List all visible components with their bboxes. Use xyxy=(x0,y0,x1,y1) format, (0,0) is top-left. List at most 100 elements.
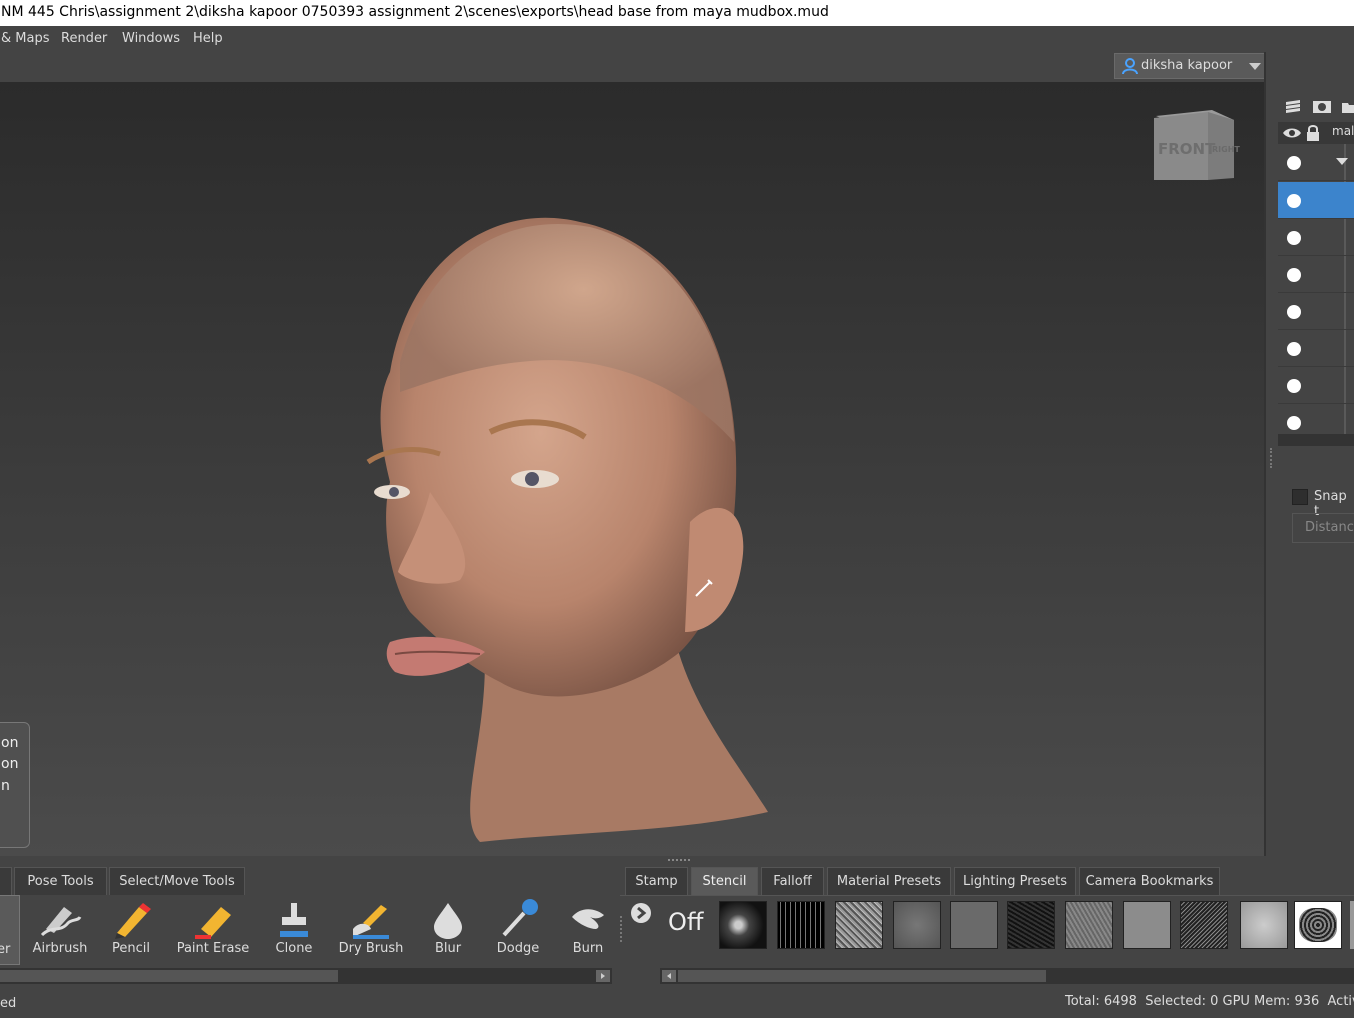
layers-icon[interactable] xyxy=(1284,98,1302,114)
stencil-thumbnail[interactable] xyxy=(1065,901,1113,949)
head-model xyxy=(366,217,768,842)
menu-maps[interactable]: & Maps xyxy=(1,26,49,52)
tab-stamp[interactable]: Stamp xyxy=(625,867,688,895)
menu-help[interactable]: Help xyxy=(193,26,223,52)
layers-header: mal xyxy=(1278,122,1354,144)
layer-row[interactable] xyxy=(1278,367,1354,404)
tab-camera-bookmarks[interactable]: Camera Bookmarks xyxy=(1079,867,1220,895)
chevron-down-icon[interactable] xyxy=(1336,158,1348,166)
visibility-dot[interactable] xyxy=(1287,416,1301,430)
layers-header-label: mal xyxy=(1332,124,1354,138)
stencil-thumbnail[interactable] xyxy=(1180,901,1228,949)
burn-hand-icon xyxy=(572,909,604,929)
layer-row[interactable] xyxy=(1278,256,1354,293)
layer-row[interactable] xyxy=(1278,404,1354,435)
layer-row-selected[interactable] xyxy=(1278,182,1354,219)
stencils-scrollbar[interactable] xyxy=(660,968,1354,984)
stencil-thumbnail[interactable] xyxy=(1007,901,1055,949)
chevron-down-icon xyxy=(1249,63,1261,70)
panel-scrollbar[interactable] xyxy=(1278,434,1354,446)
snap-checkbox[interactable] xyxy=(1292,489,1308,505)
menu-windows[interactable]: Windows xyxy=(122,26,180,52)
blur-drop-icon xyxy=(434,903,462,939)
menu-render[interactable]: Render xyxy=(61,26,107,52)
layer-row[interactable] xyxy=(1278,144,1354,181)
tab-hidden[interactable] xyxy=(0,867,12,895)
eye-icon[interactable] xyxy=(1282,126,1302,140)
tool-clone[interactable]: Clone xyxy=(266,895,322,965)
tab-select-move-tools[interactable]: Select/Move Tools xyxy=(109,867,245,895)
tab-lighting-presets[interactable]: Lighting Presets xyxy=(954,867,1076,895)
tab-stencil[interactable]: Stencil xyxy=(691,867,758,895)
tab-material-presets[interactable]: Material Presets xyxy=(827,867,951,895)
stencil-thumbnail[interactable] xyxy=(777,901,825,949)
layer-row[interactable] xyxy=(1278,293,1354,330)
tray-splitter[interactable] xyxy=(0,856,1354,867)
view-cube-right-label: RIGHT xyxy=(1212,145,1240,154)
stencil-thumbnail[interactable] xyxy=(950,901,998,949)
tray-divider xyxy=(620,916,624,942)
layer-row[interactable] xyxy=(1278,219,1354,256)
status-bar: ed Total: 6498 Selected: 0 GPU Mem: 936 … xyxy=(0,988,1354,1016)
tab-pose-tools[interactable]: Pose Tools xyxy=(14,867,107,895)
hud-line-3: n xyxy=(1,778,10,794)
distance-label: Distance xyxy=(1305,520,1354,535)
3d-viewport[interactable]: FRONT RIGHT on on n xyxy=(0,82,1264,856)
tool-label: er xyxy=(0,942,11,957)
lock-icon[interactable] xyxy=(1306,124,1320,142)
stencil-thumbnail[interactable] xyxy=(893,901,941,949)
stencil-off[interactable]: Off xyxy=(668,908,703,936)
tool-label: Dry Brush xyxy=(338,941,404,956)
tool-label: Pencil xyxy=(112,941,150,956)
tool-label: Airbrush xyxy=(32,941,88,956)
visibility-dot[interactable] xyxy=(1287,342,1301,356)
scrollbar-thumb[interactable] xyxy=(678,970,1046,982)
tool-dodge[interactable]: Dodge xyxy=(488,895,548,965)
scroll-right-icon[interactable] xyxy=(596,970,610,982)
splitter-grip[interactable] xyxy=(668,859,690,863)
tool-partial[interactable]: er xyxy=(0,895,20,965)
expand-tray-icon[interactable] xyxy=(630,902,652,924)
camera-icon[interactable] xyxy=(1312,98,1332,114)
dodge-icon xyxy=(502,899,538,937)
visibility-dot[interactable] xyxy=(1287,194,1301,208)
stencil-thumbnail[interactable] xyxy=(1123,901,1171,949)
visibility-dot[interactable] xyxy=(1287,305,1301,319)
distance-field[interactable]: Distance xyxy=(1292,513,1354,543)
tool-label: Blur xyxy=(434,941,462,956)
scrollbar-thumb[interactable] xyxy=(0,970,338,982)
stencil-thumbnail[interactable] xyxy=(835,901,883,949)
user-icon xyxy=(1122,58,1138,75)
airbrush-icon xyxy=(40,907,82,937)
user-bar xyxy=(0,52,1268,82)
user-account-dropdown[interactable]: diksha kapoor xyxy=(1114,53,1266,79)
view-cube[interactable]: FRONT RIGHT xyxy=(1150,108,1240,184)
stencil-thumbnail[interactable] xyxy=(1294,901,1342,949)
pencil-icon xyxy=(115,903,151,939)
eraser-icon xyxy=(195,907,231,939)
layer-row[interactable] xyxy=(1278,330,1354,367)
scroll-left-icon[interactable] xyxy=(662,970,676,982)
tool-dry-brush[interactable]: Dry Brush xyxy=(334,895,408,965)
menu-bar: & Maps Render Windows Help xyxy=(0,26,1354,52)
tool-paint-erase[interactable]: Paint Erase xyxy=(172,895,254,965)
stencil-thumbnail[interactable] xyxy=(719,901,767,949)
tab-falloff[interactable]: Falloff xyxy=(761,867,824,895)
stencil-thumbnail[interactable] xyxy=(1240,901,1288,949)
user-name: diksha kapoor xyxy=(1141,58,1233,73)
tools-scrollbar[interactable] xyxy=(0,968,612,984)
visibility-dot[interactable] xyxy=(1287,231,1301,245)
visibility-dot[interactable] xyxy=(1287,268,1301,282)
status-left: ed xyxy=(0,996,17,1011)
folder-icon[interactable] xyxy=(1342,100,1354,114)
tool-blur[interactable]: Blur xyxy=(420,895,476,965)
visibility-dot[interactable] xyxy=(1287,379,1301,393)
tool-airbrush[interactable]: Airbrush xyxy=(28,895,92,965)
hud-line-2: on xyxy=(1,756,19,772)
panel-splitter[interactable] xyxy=(1270,448,1274,468)
tool-pencil[interactable]: Pencil xyxy=(100,895,162,965)
tool-burn[interactable]: Burn xyxy=(558,895,618,965)
stencil-thumbnail-partial[interactable] xyxy=(1350,901,1354,949)
visibility-dot[interactable] xyxy=(1287,156,1301,170)
view-cube-front-label: FRONT xyxy=(1158,140,1216,158)
